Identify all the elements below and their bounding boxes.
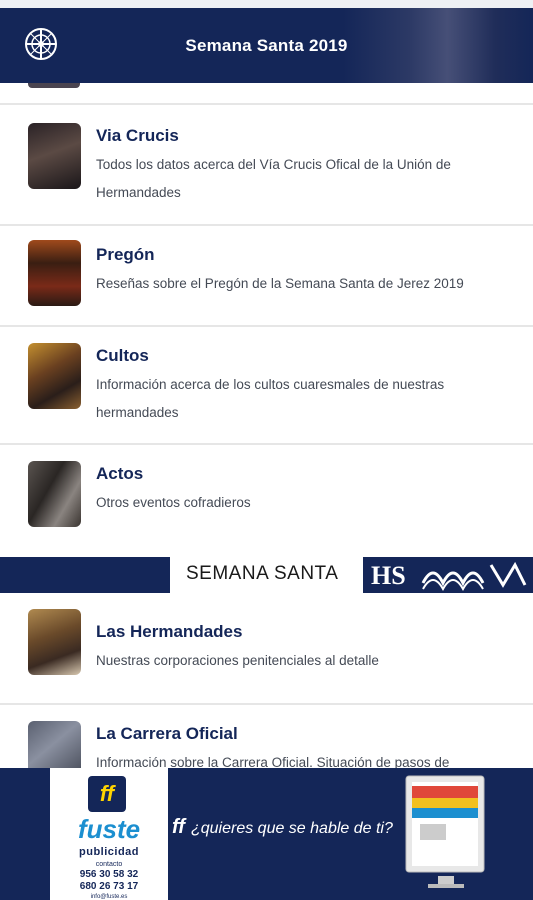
status-strip [0, 0, 533, 8]
ad-phone-1: 956 30 58 32 [79, 869, 139, 880]
content-list[interactable]: Via Crucis Todos los datos acerca del Ví… [0, 83, 533, 768]
item-description: Todos los datos acerca del Vía Crucis Of… [96, 157, 451, 200]
ad-brand: fuste [77, 814, 141, 844]
previous-item-thumbnail [28, 83, 80, 88]
svg-text:HS: HS [371, 561, 406, 590]
actos-thumbnail [28, 461, 81, 527]
pregon-thumbnail [28, 240, 81, 306]
list-item-pregon[interactable]: Pregón Reseñas sobre el Pregón de la Sem… [0, 226, 533, 326]
item-description: Otros eventos cofradieros [96, 495, 251, 510]
ad-banner[interactable]: ff fuste publicidad contacto 956 30 58 3… [0, 768, 533, 900]
cultos-thumbnail [28, 343, 81, 409]
item-description: Información sobre la Carrera Oficial. Si… [96, 755, 450, 768]
item-description: Reseñas sobre el Pregón de la Semana San… [96, 276, 464, 291]
ad-logo-panel: ff fuste publicidad contacto 956 30 58 3… [50, 768, 168, 900]
via-crucis-thumbnail [28, 123, 81, 189]
section-header-semana-santa: SEMANA SANTA HS [0, 557, 533, 593]
ad-phone-2: 680 26 73 17 [79, 881, 139, 892]
ff-logo-icon: ff [88, 776, 126, 812]
item-title: Actos [96, 464, 144, 483]
item-title: La Carrera Oficial [96, 724, 238, 743]
list-item-las-hermandades[interactable]: Las Hermandades Nuestras corporaciones p… [0, 593, 533, 703]
item-title: Via Crucis [96, 126, 179, 145]
section-crest-image: HS [363, 557, 533, 593]
page-title: Semana Santa 2019 [185, 36, 348, 55]
list-item-la-carrera-oficial[interactable]: La Carrera Oficial Información sobre la … [0, 705, 533, 768]
item-description: Nuestras corporaciones penitenciales al … [96, 653, 379, 668]
ad-tagline: ff ¿quieres que se hable de ti? [172, 816, 393, 839]
list-item-actos[interactable]: Actos Otros eventos cofradieros [0, 445, 533, 557]
section-bar [0, 557, 170, 593]
monitor-icon [405, 775, 485, 888]
section-title: SEMANA SANTA [186, 563, 339, 584]
ad-ff-mark: ff [172, 816, 185, 838]
ad-email: info@fuste.es [90, 894, 128, 900]
ad-contact-label: contacto [95, 861, 123, 868]
ad-brand-sub: publicidad [79, 846, 139, 858]
item-title: Las Hermandades [96, 622, 243, 641]
list-item-via-crucis[interactable]: Via Crucis Todos los datos acerca del Ví… [0, 105, 533, 225]
app-bar: Semana Santa 2019 [0, 0, 533, 83]
crest-icon: HS [363, 557, 533, 593]
ad-tagline-text: ¿quieres que se hable de ti? [190, 820, 393, 837]
item-description: Información acerca de los cultos cuaresm… [96, 377, 445, 420]
item-title: Pregón [96, 245, 155, 264]
la-carrera-oficial-thumbnail [28, 721, 81, 768]
las-hermandades-thumbnail [28, 609, 81, 675]
list-item-cultos[interactable]: Cultos Información acerca de los cultos … [0, 327, 533, 443]
item-title: Cultos [96, 346, 149, 365]
